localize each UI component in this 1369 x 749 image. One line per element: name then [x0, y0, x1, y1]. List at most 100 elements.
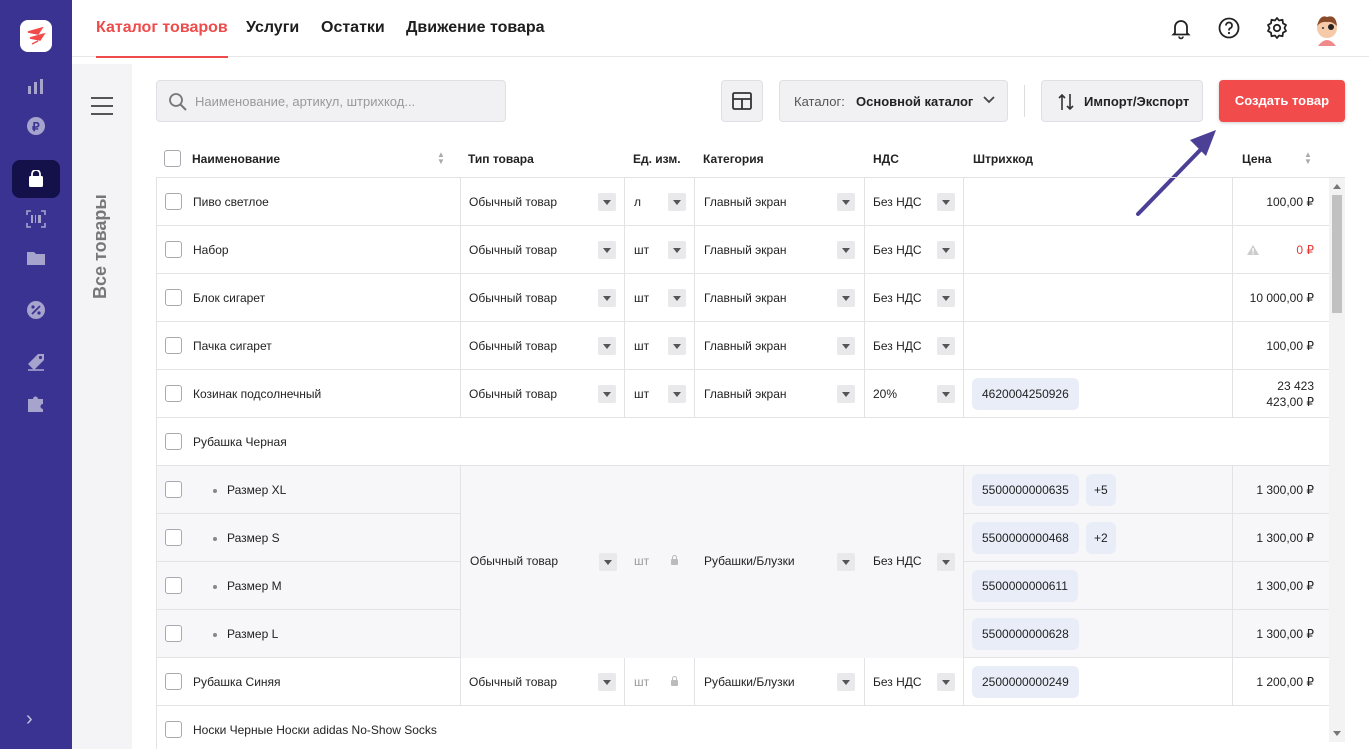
type-dropdown[interactable] [598, 673, 616, 691]
more-barcodes-chip[interactable]: +5 [1086, 474, 1116, 506]
help-icon[interactable] [1217, 16, 1241, 40]
select-all-checkbox[interactable] [164, 150, 181, 167]
unit-dropdown[interactable] [668, 385, 686, 403]
unit-dropdown[interactable] [668, 289, 686, 307]
variant-price[interactable]: 1 300,00 ₽ [1256, 514, 1314, 562]
create-product-button[interactable]: Создать товар [1219, 80, 1345, 122]
row-checkbox[interactable] [165, 433, 182, 450]
import-export-button[interactable]: Импорт/Экспорт [1041, 80, 1203, 122]
vat-dropdown[interactable] [937, 553, 955, 571]
sort-name-icon[interactable]: ▲ ▼ [437, 151, 445, 166]
table-scrollbar[interactable] [1329, 178, 1345, 742]
product-name[interactable]: Рубашка Синяя [193, 658, 281, 706]
vat-dropdown[interactable] [937, 385, 955, 403]
barcode-chip[interactable]: 5500000000628 [972, 618, 1079, 650]
search-box[interactable] [156, 80, 506, 122]
product-group-name[interactable]: Носки Черные Носки adidas No-Show Socks [193, 706, 437, 749]
tag-icon[interactable] [22, 348, 50, 376]
scroll-down-icon[interactable] [1333, 731, 1341, 736]
variant-name[interactable]: Размер XL [213, 466, 286, 514]
row-checkbox[interactable] [165, 577, 182, 594]
tab-catalog[interactable]: Каталог товаров [96, 19, 228, 58]
row-checkbox[interactable] [165, 673, 182, 690]
barcode-chip[interactable]: 5500000000468 [972, 522, 1079, 554]
row-checkbox[interactable] [165, 385, 182, 402]
vat-dropdown[interactable] [937, 193, 955, 211]
product-price[interactable]: 10 000,00 ₽ [1250, 274, 1314, 322]
vat-dropdown[interactable] [937, 673, 955, 691]
tab-stock[interactable]: Остатки [321, 19, 385, 37]
sort-price-icon[interactable]: ▲ ▼ [1304, 151, 1312, 166]
category-dropdown[interactable] [837, 289, 855, 307]
product-name[interactable]: Пачка сигарет [193, 322, 272, 370]
product-price[interactable]: 0 ₽ [1296, 226, 1314, 274]
row-checkbox[interactable] [165, 193, 182, 210]
row-checkbox[interactable] [165, 241, 182, 258]
variant-price[interactable]: 1 300,00 ₽ [1256, 610, 1314, 658]
type-dropdown[interactable] [598, 337, 616, 355]
row-checkbox[interactable] [165, 529, 182, 546]
type-dropdown[interactable] [598, 241, 616, 259]
tab-movement[interactable]: Движение товара [406, 19, 545, 37]
ruble-icon[interactable]: ₽ [22, 112, 50, 140]
product-price[interactable]: 1 200,00 ₽ [1256, 658, 1314, 706]
table-view-button[interactable] [721, 80, 763, 122]
tab-services[interactable]: Услуги [246, 19, 299, 37]
chevron-right-icon[interactable]: › [26, 708, 33, 731]
shopping-bag-icon[interactable] [22, 165, 50, 193]
row-checkbox[interactable] [165, 481, 182, 498]
product-group-name[interactable]: Рубашка Черная [193, 418, 287, 466]
product-name[interactable]: Пиво светлое [193, 178, 269, 226]
table-row[interactable]: Блок сигарет Обычный товар шт Главный эк… [157, 274, 1329, 322]
folder-icon[interactable] [22, 244, 50, 272]
type-dropdown[interactable] [598, 385, 616, 403]
barcode-chip[interactable]: 5500000000635 [972, 474, 1079, 506]
product-name[interactable]: Набор [193, 226, 229, 274]
variant-name[interactable]: Размер M [213, 562, 282, 610]
header-price[interactable]: Цена [1242, 152, 1272, 166]
settings-gear-icon[interactable] [1265, 16, 1289, 40]
app-logo[interactable] [20, 20, 52, 52]
unit-dropdown[interactable] [668, 193, 686, 211]
category-dropdown[interactable] [837, 193, 855, 211]
row-checkbox[interactable] [165, 721, 182, 738]
variant-price[interactable]: 1 300,00 ₽ [1256, 466, 1314, 514]
scroll-up-icon[interactable] [1333, 184, 1341, 189]
variant-name[interactable]: Размер L [213, 610, 278, 658]
category-dropdown[interactable] [837, 385, 855, 403]
unit-dropdown[interactable] [668, 241, 686, 259]
category-dropdown[interactable] [837, 337, 855, 355]
category-dropdown[interactable] [837, 553, 855, 571]
table-row[interactable]: Набор Обычный товар шт Главный экран Без… [157, 226, 1329, 274]
barcode-chip[interactable]: 4620004250926 [972, 378, 1079, 410]
header-name[interactable]: Наименование [192, 152, 280, 166]
type-dropdown[interactable] [598, 289, 616, 307]
table-row[interactable]: Рубашка Синяя Обычный товар шт Рубашки/Б… [157, 658, 1329, 706]
vat-dropdown[interactable] [937, 289, 955, 307]
product-price[interactable]: 100,00 ₽ [1266, 322, 1314, 370]
catalog-select[interactable]: Каталог: Основной каталог [779, 80, 1008, 122]
vat-dropdown[interactable] [937, 241, 955, 259]
category-dropdown[interactable] [837, 241, 855, 259]
puzzle-icon[interactable] [22, 389, 50, 417]
product-name[interactable]: Козинак подсолнечный [193, 370, 321, 418]
table-row[interactable]: Носки Черные Носки adidas No-Show Socks [157, 706, 1329, 749]
menu-icon[interactable] [91, 97, 113, 121]
barcode-icon[interactable] [22, 205, 50, 233]
barcode-chip[interactable]: 5500000000611 [972, 570, 1078, 602]
analytics-icon[interactable] [22, 72, 50, 100]
barcode-chip[interactable]: 2500000000249 [972, 666, 1079, 698]
row-checkbox[interactable] [165, 337, 182, 354]
product-price[interactable]: 23 423 423,00 ₽ [1266, 378, 1314, 410]
table-row[interactable]: Пачка сигарет Обычный товар шт Главный э… [157, 322, 1329, 370]
bell-icon[interactable] [1169, 16, 1193, 40]
table-row[interactable]: Козинак подсолнечный Обычный товар шт Гл… [157, 370, 1329, 418]
category-dropdown[interactable] [837, 673, 855, 691]
variant-price[interactable]: 1 300,00 ₽ [1256, 562, 1314, 610]
product-price[interactable]: 100,00 ₽ [1266, 178, 1314, 226]
search-input[interactable] [195, 91, 495, 111]
table-row[interactable]: Пиво светлое Обычный товар л Главный экр… [157, 178, 1329, 226]
row-checkbox[interactable] [165, 289, 182, 306]
scroll-thumb[interactable] [1332, 195, 1342, 313]
variant-name[interactable]: Размер S [213, 514, 280, 562]
